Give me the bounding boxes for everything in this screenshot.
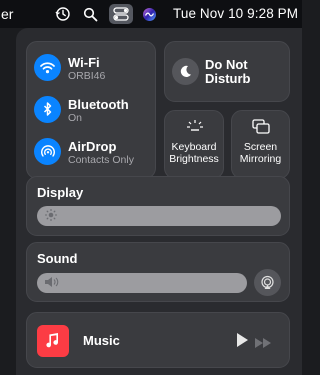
now-playing-module[interactable]: Music <box>26 312 290 368</box>
menubar-clock[interactable]: Tue Nov 10 9:28 PM <box>173 6 298 21</box>
airdrop-status: Contacts Only <box>68 154 134 166</box>
airdrop-icon[interactable] <box>34 138 61 165</box>
sun-icon <box>44 208 58 225</box>
display-module: Display <box>26 176 290 236</box>
control-center-panel: Wi-Fi ORBI46 Bluetooth On AirDrop Contac… <box>16 28 302 375</box>
siri-icon[interactable] <box>139 4 159 24</box>
wifi-icon[interactable] <box>34 54 61 81</box>
sound-label: Sound <box>37 251 78 266</box>
bluetooth-status: On <box>68 112 83 124</box>
speaker-icon <box>44 275 60 292</box>
keyboard-brightness-line1: Keyboard <box>171 141 217 153</box>
sound-module: Sound <box>26 242 290 302</box>
moon-icon <box>172 58 199 85</box>
screen-mirroring-icon <box>252 119 270 139</box>
control-center-icon[interactable] <box>109 4 133 24</box>
music-app-icon <box>37 325 69 357</box>
screen-mirroring-line1: Screen <box>243 141 278 153</box>
display-brightness-slider[interactable] <box>37 206 281 226</box>
display-label: Display <box>37 185 84 200</box>
volume-slider[interactable] <box>37 273 247 293</box>
do-not-disturb-tile[interactable]: Do Not Disturb <box>164 41 290 102</box>
dnd-label-line1: Do Not <box>205 57 248 72</box>
menubar-partial-text[interactable]: er <box>1 6 13 22</box>
dnd-label-line2: Disturb <box>205 71 251 86</box>
search-icon[interactable] <box>80 4 100 24</box>
screen-mirroring-line2: Mirroring <box>239 153 282 165</box>
wifi-network: ORBI46 <box>68 70 106 82</box>
connectivity-module: Wi-Fi ORBI46 Bluetooth On AirDrop Contac… <box>26 41 156 179</box>
keyboard-brightness-line2: Brightness <box>169 153 219 165</box>
airplay-audio-button[interactable] <box>254 269 281 296</box>
wifi-label: Wi-Fi <box>68 55 100 70</box>
music-label: Music <box>83 333 120 348</box>
next-track-button[interactable] <box>255 335 271 353</box>
airdrop-label: AirDrop <box>68 139 117 154</box>
time-machine-icon[interactable] <box>53 4 73 24</box>
bluetooth-label: Bluetooth <box>68 97 129 112</box>
keyboard-brightness-icon <box>184 119 206 138</box>
keyboard-brightness-tile[interactable]: Keyboard Brightness <box>164 110 224 179</box>
play-button[interactable] <box>236 333 248 352</box>
bluetooth-icon[interactable] <box>34 96 61 123</box>
menu-bar: er Tue Nov 10 9:28 PM <box>0 0 302 28</box>
screen-mirroring-tile[interactable]: Screen Mirroring <box>231 110 290 179</box>
